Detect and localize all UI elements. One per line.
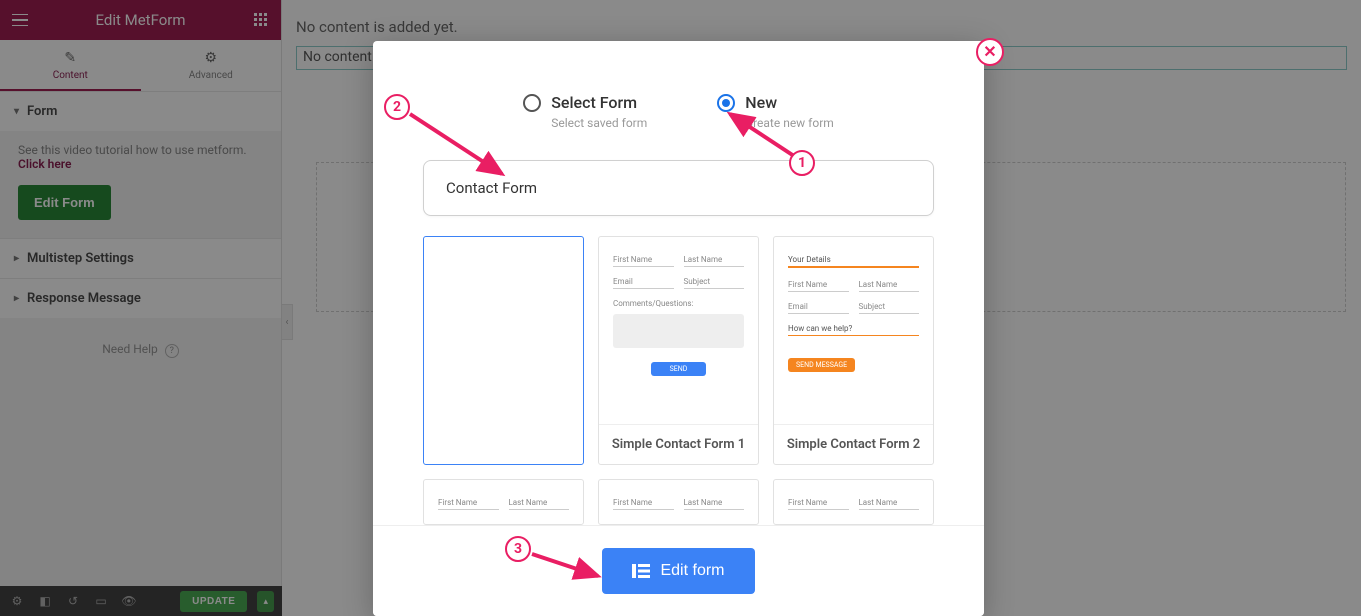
close-icon: ✕ bbox=[983, 42, 996, 62]
template-simple-2[interactable]: Your Details First NameLast Name EmailSu… bbox=[773, 236, 934, 465]
template-grid: First NameLast Name EmailSubject Comment… bbox=[373, 216, 984, 465]
template-card[interactable]: First NameLast Name bbox=[423, 479, 584, 525]
annotation-marker-1: 1 bbox=[789, 150, 815, 176]
template-title: Simple Contact Form 1 bbox=[599, 424, 758, 464]
elementor-icon bbox=[632, 564, 650, 578]
annotation-marker-2: 2 bbox=[384, 94, 410, 120]
template-simple-1[interactable]: First NameLast Name EmailSubject Comment… bbox=[598, 236, 759, 465]
template-preview: First NameLast Name EmailSubject Comment… bbox=[599, 237, 758, 424]
template-card[interactable]: First NameLast Name bbox=[598, 479, 759, 525]
template-title: Simple Contact Form 2 bbox=[774, 424, 933, 464]
template-blank[interactable] bbox=[423, 236, 584, 465]
modal-footer: Edit form bbox=[373, 525, 984, 616]
template-card[interactable]: First NameLast Name bbox=[773, 479, 934, 525]
annotation-arrow-3 bbox=[528, 550, 608, 590]
annotation-arrow-2 bbox=[406, 108, 516, 188]
template-preview bbox=[424, 237, 583, 464]
radio-select-form[interactable]: Select Form Select saved form bbox=[523, 93, 647, 130]
template-preview: Your Details First NameLast Name EmailSu… bbox=[774, 237, 933, 424]
radio-off-icon bbox=[523, 94, 541, 112]
preview-textarea bbox=[613, 314, 744, 348]
close-modal-button[interactable]: ✕ bbox=[976, 38, 1004, 66]
template-grid-row2: First NameLast Name First NameLast Name … bbox=[373, 479, 984, 525]
edit-form-button[interactable]: Edit form bbox=[602, 548, 754, 594]
preview-send-message-button: SEND MESSAGE bbox=[788, 358, 855, 372]
preview-send-button: SEND bbox=[651, 362, 706, 376]
annotation-marker-3: 3 bbox=[505, 536, 531, 562]
